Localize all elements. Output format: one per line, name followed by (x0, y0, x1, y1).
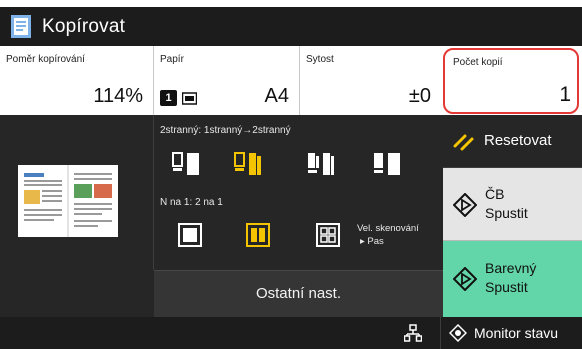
duplex-setting-label: 2stranný: 1stranný→2stranný (160, 125, 291, 136)
panel-divider (153, 115, 154, 270)
reset-button[interactable]: Resetovat (443, 115, 582, 168)
duplex-2to1-icon[interactable] (307, 151, 337, 179)
copies-value: 1 (559, 83, 571, 106)
status-monitor-icon[interactable] (449, 324, 467, 342)
copies-label: Počet kopií (453, 57, 503, 68)
duplex-1to1-icon[interactable] (172, 151, 202, 179)
nup-off-icon[interactable] (178, 223, 202, 247)
nup-setting-label: N na 1: 2 na 1 (160, 197, 223, 208)
bw-start-title: ČB (485, 186, 505, 202)
page-title: Kopírovat (42, 16, 126, 37)
start-diamond-icon (453, 193, 477, 217)
paper-tray-icon (182, 92, 197, 105)
status-bar-divider (440, 317, 441, 349)
color-start-title: Barevný (485, 260, 537, 276)
copy-ratio-setting[interactable]: Poměr kopírování 114% (0, 46, 154, 115)
paper-size-value: A4 (264, 85, 289, 107)
bw-start-label: Spustit (485, 205, 528, 221)
density-value: ±0 (408, 85, 431, 107)
network-icon (404, 324, 422, 342)
title-bar: Kopírovat (0, 7, 582, 46)
reset-label: Resetovat (484, 132, 552, 149)
status-bar: Monitor stavu (0, 317, 582, 349)
copy-ratio-value: 114% (93, 85, 143, 107)
paper-label: Papír (160, 54, 184, 65)
document-preview (0, 115, 153, 317)
color-start-label: Spustit (485, 279, 528, 295)
density-setting[interactable]: Sytost ±0 (300, 46, 441, 115)
bw-start-button[interactable]: ČB Spustit (443, 168, 582, 241)
paper-tray-number: 1 (160, 90, 177, 106)
density-label: Sytost (306, 54, 334, 65)
copies-setting[interactable]: Počet kopií 1 (443, 48, 579, 114)
reset-icon (453, 134, 474, 151)
duplex-2to2-icon[interactable] (373, 151, 403, 179)
nup-2on1-icon[interactable] (246, 223, 270, 247)
scan-size-title: Vel. skenování (357, 223, 419, 234)
scan-size-label[interactable]: Vel. skenování ▸ Pas (357, 222, 419, 248)
other-settings-button[interactable]: Ostatní nast. (154, 270, 443, 317)
nup-4on1-icon[interactable] (316, 223, 340, 247)
start-diamond-icon (453, 267, 477, 291)
copy-screen: Kopírovat Poměr kopírování 114% Papír 1 … (0, 0, 582, 349)
duplex-1to2-icon[interactable] (234, 151, 264, 179)
copy-app-icon (11, 15, 31, 38)
scan-size-value: ▸ Pas (360, 236, 384, 247)
copy-ratio-label: Poměr kopírování (6, 54, 85, 65)
preview-pages-icon (18, 165, 118, 237)
paper-setting[interactable]: Papír 1 A4 (154, 46, 300, 115)
status-monitor-label[interactable]: Monitor stavu (474, 325, 558, 341)
color-start-button[interactable]: Barevný Spustit (443, 241, 582, 317)
